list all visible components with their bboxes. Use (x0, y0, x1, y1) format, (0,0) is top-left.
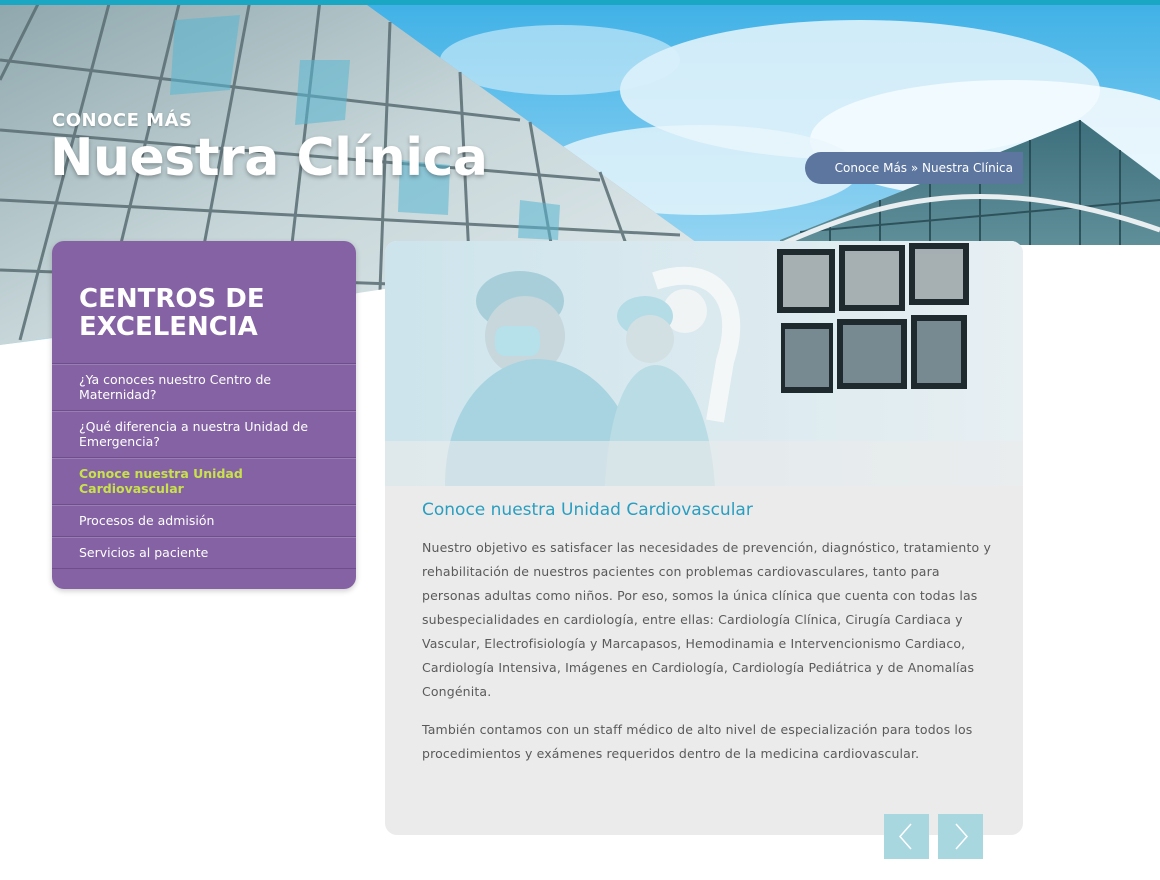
next-button[interactable] (938, 814, 983, 859)
breadcrumb-separator: » (907, 161, 923, 175)
article-title: Conoce nuestra Unidad Cardiovascular (422, 500, 753, 520)
page-title: Nuestra Clínica (50, 128, 488, 188)
breadcrumb-current: Nuestra Clínica (922, 161, 1013, 175)
chevron-left-icon (899, 823, 912, 850)
sidebar-title: CENTROS DE EXCELENCIA (79, 284, 265, 342)
sidebar-menu: ¿Ya conoces nuestro Centro de Maternidad… (52, 363, 356, 569)
article-paragraph: También contamos con un staff médico de … (422, 722, 973, 761)
sidebar-item-unidad-cardiovascular[interactable]: Conoce nuestra Unidad Cardiovascular (52, 457, 356, 504)
page: CONOCE MÁS Nuestra Clínica Conoce Más » … (0, 0, 1160, 880)
content-card: Conoce nuestra Unidad Cardiovascular Nue… (385, 241, 1023, 835)
top-accent-strip (0, 0, 1160, 5)
cardiology-photo-illustration (385, 241, 1023, 486)
article-paragraph: Nuestro objetivo es satisfacer las neces… (422, 540, 991, 699)
sidebar-item-centro-maternidad[interactable]: ¿Ya conoces nuestro Centro de Maternidad… (52, 363, 356, 410)
previous-button[interactable] (884, 814, 929, 859)
breadcrumb-link-conoce-mas[interactable]: Conoce Más (835, 161, 907, 175)
sidebar-item-unidad-emergencia[interactable]: ¿Qué diferencia a nuestra Unidad de Emer… (52, 410, 356, 457)
sidebar-item-servicios-paciente[interactable]: Servicios al paciente (52, 536, 356, 569)
article-body: Nuestro objetivo es satisfacer las neces… (422, 536, 992, 780)
sidebar: CENTROS DE EXCELENCIA ¿Ya conoces nuestr… (52, 241, 356, 589)
sidebar-item-procesos-admision[interactable]: Procesos de admisión (52, 504, 356, 536)
chevron-right-icon (955, 823, 968, 850)
cardiology-photo (385, 241, 1023, 486)
breadcrumb: Conoce Más » Nuestra Clínica (805, 152, 1023, 184)
